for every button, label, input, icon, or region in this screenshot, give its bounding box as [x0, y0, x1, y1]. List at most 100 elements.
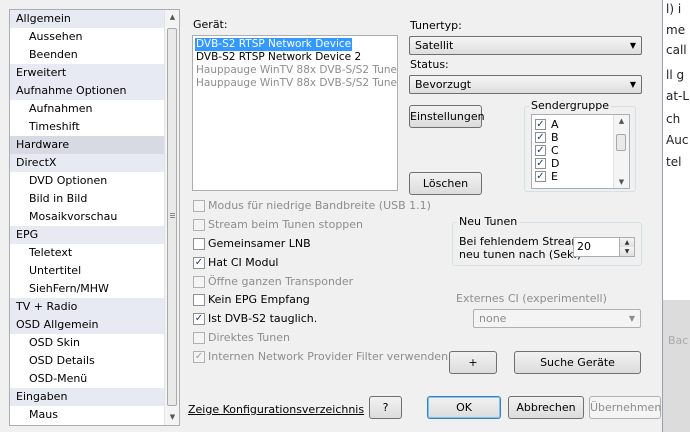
option-label: Hat CI Modul [208, 256, 279, 269]
sendergruppe-item-label: D [551, 157, 560, 170]
settings-button[interactable]: Einstellungen [409, 105, 485, 128]
option-checkbox[interactable] [193, 219, 205, 231]
scrollbar-thumb[interactable] [616, 134, 626, 151]
status-select[interactable]: Bevorzugt ▼ [409, 75, 642, 94]
device-list-item[interactable]: DVB-S2 RTSP Network Device [193, 37, 354, 52]
tree-item[interactable]: Mosaikvorschau [10, 208, 164, 226]
sendergruppe-list[interactable]: ✓ A ✓ B ✓ C ✓ D ✓ E ▲ ▼ [531, 114, 630, 189]
sendergruppe-item-label: A [551, 118, 559, 131]
option-label: Gemeinsamer LNB [208, 237, 311, 250]
background-text: ch [666, 112, 681, 126]
tree-category[interactable]: DirectX [10, 154, 164, 172]
status-label: Status: [410, 58, 449, 71]
option-checkbox[interactable]: ✓ [193, 313, 205, 325]
option-label: Stream beim Tunen stoppen [208, 218, 364, 231]
tree-category[interactable]: Erweitert [10, 64, 164, 82]
sendergruppe-item-label: E [551, 170, 558, 183]
device-list-item[interactable]: DVB-S2 RTSP Network Device 2 [195, 51, 362, 64]
tree-item[interactable]: Timeshift [10, 118, 164, 136]
option-checkbox[interactable] [193, 238, 205, 250]
tree-item[interactable]: OSD Skin [10, 334, 164, 352]
option-checkbox[interactable] [193, 276, 205, 288]
chevron-down-icon: ▼ [628, 314, 635, 323]
tree-category[interactable]: Eingaben [10, 388, 164, 406]
scrollbar-thumb[interactable] [167, 28, 177, 406]
sendergruppe-item[interactable]: ✓ A [535, 118, 610, 131]
retune-seconds-stepper[interactable]: 20 ▲ ▼ [573, 237, 635, 257]
sendergruppe-scrollbar[interactable]: ▲ ▼ [613, 115, 629, 188]
sendergruppe-item[interactable]: ✓ E [535, 170, 610, 183]
tree-category[interactable]: Aufnahme Optionen [10, 82, 164, 100]
tree-item[interactable]: Maus [10, 406, 164, 424]
background-text: Auc [666, 133, 689, 147]
tree-item[interactable]: OSD Details [10, 352, 164, 370]
cancel-button[interactable]: Abbrechen [508, 396, 584, 419]
apply-button[interactable]: Übernehmen [589, 396, 661, 419]
tunertype-select[interactable]: Satellit ▼ [409, 36, 642, 55]
externci-select[interactable]: none ▼ [473, 309, 641, 328]
background-text: tel [666, 155, 682, 169]
sendergruppe-checkbox[interactable]: ✓ [535, 132, 546, 143]
tree-item[interactable]: Aufnahmen [10, 100, 164, 118]
search-devices-button[interactable]: Suche Geräte [514, 351, 641, 374]
externci-value: none [479, 312, 507, 325]
sendergruppe-checkbox[interactable]: ✓ [535, 145, 546, 156]
settings-tree[interactable]: Allgemein Aussehen Beenden Erweitert Aufnahm… [9, 9, 180, 426]
tree-category[interactable]: Allgemein [10, 10, 164, 28]
add-device-button[interactable]: + [449, 351, 497, 374]
scroll-down-icon[interactable]: ▼ [614, 176, 629, 188]
tree-item[interactable]: Teletext [10, 244, 164, 262]
background-text: call [666, 43, 687, 57]
tunertype-label: Tunertyp: [410, 19, 462, 32]
spin-down-icon[interactable]: ▼ [619, 247, 634, 256]
tree-category[interactable]: EPG [10, 226, 164, 244]
background-text: l) i [666, 2, 682, 16]
status-value: Bevorzugt [415, 78, 472, 91]
option-checkbox[interactable]: ✓ [193, 351, 205, 363]
sendergruppe-item[interactable]: ✓ B [535, 131, 610, 144]
option-checkbox[interactable] [193, 200, 205, 212]
sendergruppe-label: Sendergruppe [529, 99, 612, 112]
sendergruppe-item[interactable]: ✓ C [535, 144, 610, 157]
neutunen-text-line2: neu tunen nach (Sek.) [459, 248, 582, 261]
tree-item[interactable]: Bild in Bild [10, 190, 164, 208]
option-label: Kein EPG Empfang [208, 293, 310, 306]
config-folder-link[interactable]: Zeige Konfigurationsverzeichnis [188, 403, 364, 416]
chevron-down-icon: ▼ [629, 80, 636, 89]
option-checkbox[interactable]: ✓ [193, 257, 205, 269]
device-list[interactable]: DVB-S2 RTSP Network Device DVB-S2 RTSP Ne… [192, 35, 398, 191]
background-text: ll g [666, 68, 685, 82]
scroll-up-icon[interactable]: ▲ [614, 115, 629, 127]
settings-dialog: Allgemein Aussehen Beenden Erweitert Aufnahm… [0, 0, 663, 432]
tree-item[interactable]: DVD Optionen [10, 172, 164, 190]
tree-item[interactable]: Untertitel [10, 262, 164, 280]
scroll-down-icon[interactable]: ▼ [165, 410, 179, 425]
tree-item[interactable]: Aussehen [10, 28, 164, 46]
delete-button[interactable]: Löschen [409, 172, 482, 195]
tree-scrollbar[interactable]: ▲ ▼ [164, 10, 179, 425]
tree-item[interactable]: Beenden [10, 46, 164, 64]
retune-seconds-value: 20 [577, 240, 591, 253]
tree-item[interactable]: SiehFern/MHW [10, 280, 164, 298]
option-checkbox[interactable] [193, 332, 205, 344]
option-label: Öffne ganzen Transponder [208, 275, 354, 288]
option-checkbox[interactable] [193, 294, 205, 306]
ok-button[interactable]: OK [427, 396, 501, 419]
sendergruppe-item[interactable]: ✓ D [535, 157, 610, 170]
sendergruppe-item-label: C [551, 144, 559, 157]
device-list-item[interactable]: Hauppauge WinTV 88x DVB-S/S2 Tuner/D [195, 64, 397, 77]
tree-category[interactable]: Hardware [10, 136, 164, 154]
neutunen-title: Neu Tunen [457, 215, 520, 228]
option-label: Direktes Tunen [208, 331, 290, 344]
background-text: Bac [668, 334, 689, 347]
sendergruppe-checkbox[interactable]: ✓ [535, 119, 546, 130]
tree-category[interactable]: OSD Allgemein [10, 316, 164, 334]
tree-category[interactable]: TV + Radio [10, 298, 164, 316]
sendergruppe-checkbox[interactable]: ✓ [535, 171, 546, 182]
help-button[interactable]: ? [369, 396, 402, 419]
sendergruppe-checkbox[interactable]: ✓ [535, 158, 546, 169]
device-list-item[interactable]: Hauppauge WinTV 88x DVB-S/S2 Tuner/D [195, 77, 397, 90]
sendergruppe-item-label: B [551, 131, 559, 144]
scroll-up-icon[interactable]: ▲ [165, 10, 179, 25]
tree-item[interactable]: OSD-Menü [10, 370, 164, 388]
